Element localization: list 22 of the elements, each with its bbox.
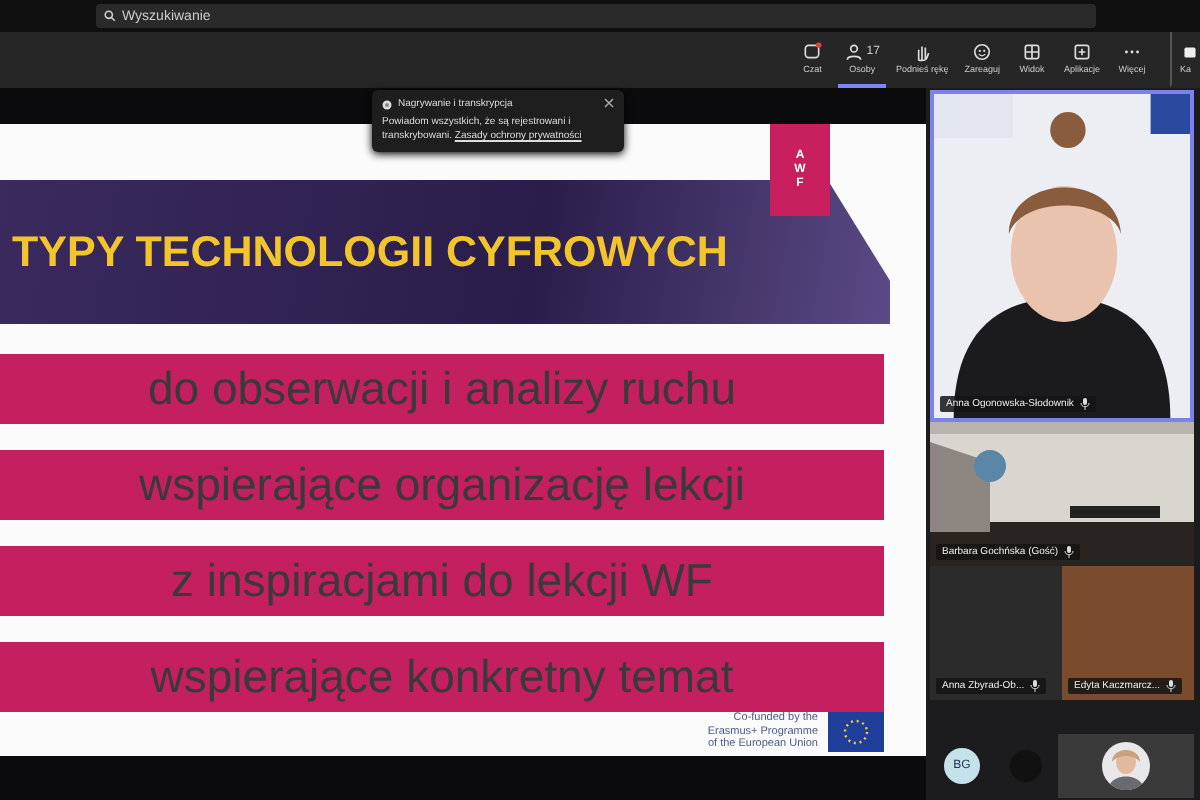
slide-title: TYPY TECHNOLOGII CYFROWYCH	[12, 227, 728, 277]
close-icon	[604, 98, 614, 108]
slide-item: do obserwacji i analizy ruchu	[0, 354, 884, 424]
plus-icon	[1071, 42, 1092, 62]
people-icon	[844, 42, 865, 62]
search-icon	[104, 10, 116, 22]
camera-icon	[1180, 42, 1200, 62]
microphone-icon	[1166, 680, 1177, 692]
microphone-icon	[1079, 398, 1090, 410]
chat-icon	[802, 42, 823, 62]
slide-item: z inspiracjami do lekcji WF	[0, 546, 884, 616]
microphone-icon	[1064, 546, 1075, 558]
close-button[interactable]	[604, 98, 614, 112]
flag-icon	[828, 712, 884, 752]
avatar[interactable]	[1102, 742, 1150, 790]
microphone-icon	[1030, 680, 1041, 692]
grid-icon	[1021, 42, 1042, 62]
smiley-icon	[972, 42, 993, 62]
slide-item: wspierające organizację lekcji	[0, 450, 884, 520]
record-icon	[382, 100, 392, 110]
slide-item: wspierające konkretny temat	[0, 642, 884, 712]
hand-icon	[912, 42, 933, 62]
